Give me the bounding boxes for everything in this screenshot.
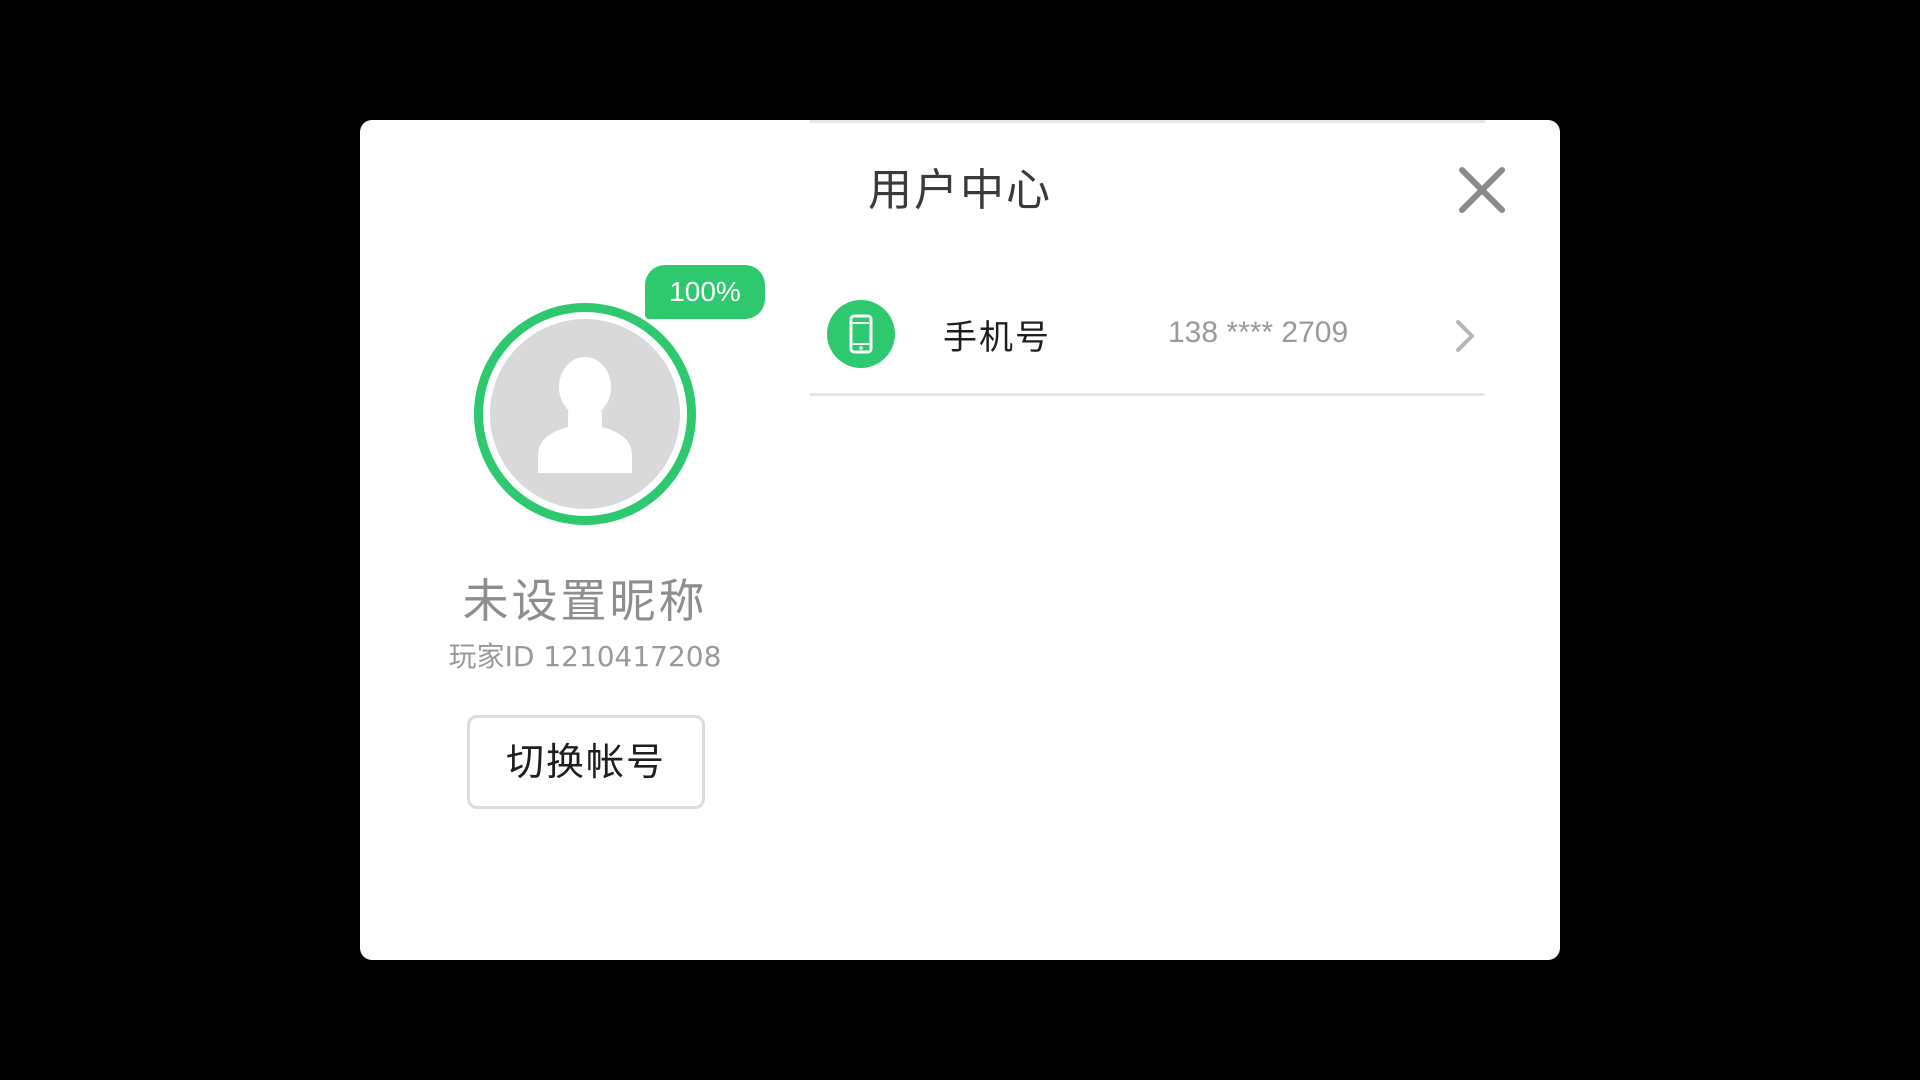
player-id-text: 玩家ID 1210417208 [448, 640, 722, 673]
user-silhouette-icon [538, 357, 632, 473]
dialog-title: 用户中心 [868, 165, 1052, 216]
switch-account-button[interactable]: 切换帐号 [467, 715, 705, 809]
mobile-phone-icon [827, 300, 895, 368]
phone-number-row[interactable]: 手机号 138 **** 2709 [810, 280, 1485, 393]
phone-number-label: 手机号 [943, 318, 1051, 358]
user-center-dialog: 用户中心 100% 未设置昵称 玩家ID 1210417208 切换帐号 手机号… [360, 120, 1560, 960]
top-divider [810, 120, 1485, 123]
avatar[interactable] [474, 303, 696, 525]
close-icon [1459, 167, 1505, 213]
phone-number-value: 138 **** 2709 [1168, 316, 1349, 349]
close-button[interactable] [1456, 164, 1508, 216]
nickname-text: 未设置昵称 [462, 574, 708, 628]
chevron-right-icon [1450, 316, 1480, 356]
completion-badge: 100% [645, 265, 765, 319]
row-divider [810, 393, 1485, 396]
